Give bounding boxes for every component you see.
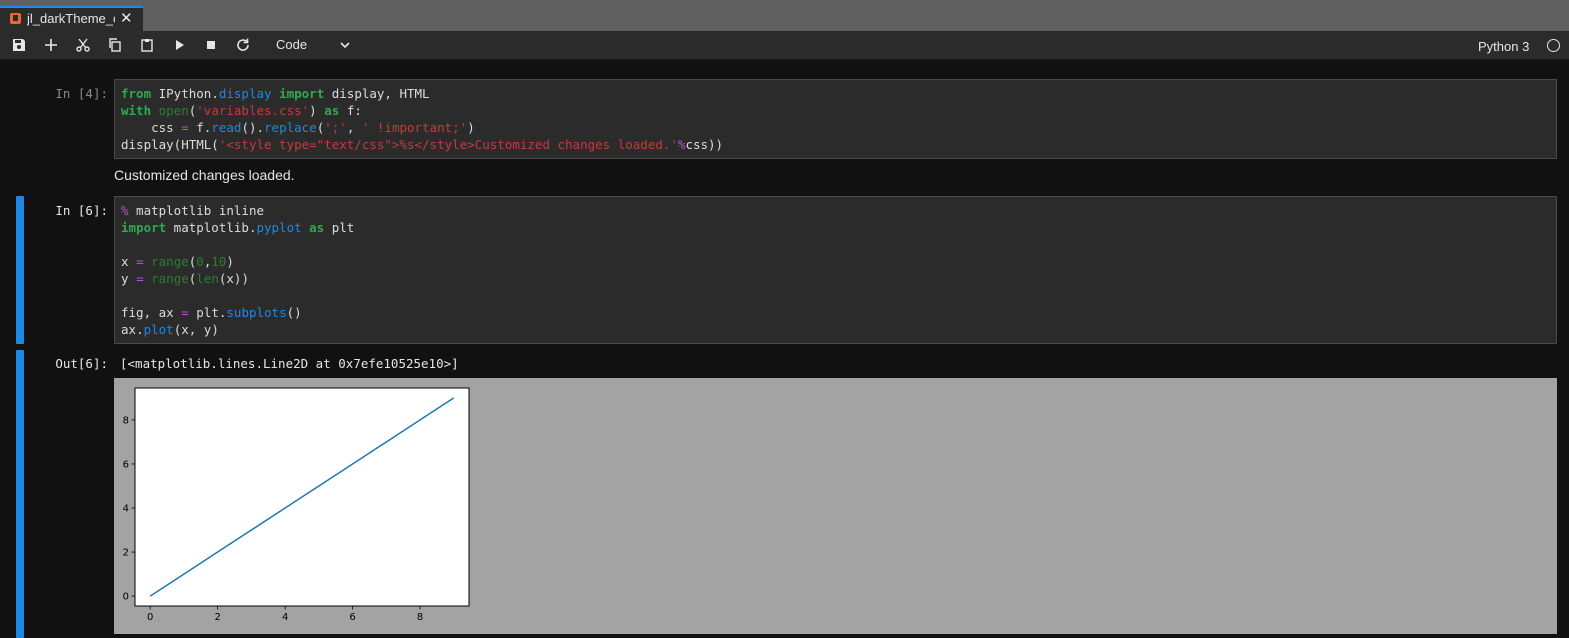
insert-cell-button[interactable]	[40, 35, 62, 55]
kernel-status-icon	[1547, 39, 1560, 52]
code-line: css = f.read().replace(';', ' !important…	[121, 120, 475, 135]
save-button[interactable]	[8, 35, 30, 55]
code-line: fig, ax = plt.subplots()	[121, 305, 302, 320]
x-tick-label: 6	[349, 612, 355, 623]
cut-button[interactable]	[72, 35, 94, 55]
code-line: ax.plot(x, y)	[121, 322, 219, 337]
code-line: % matplotlib inline	[121, 203, 264, 218]
y-tick-label: 8	[123, 415, 129, 426]
input-prompt: In [4]:	[55, 86, 108, 101]
output-prompt: Out[6]:	[55, 356, 108, 371]
tab-title[interactable]: jl_darkTheme_c	[27, 11, 115, 26]
notebook-tab[interactable]: jl_darkTheme_c ✕	[0, 6, 143, 31]
code-line: y = range(len(x))	[121, 271, 249, 286]
output-image: 0 2 4 6 8 0 2 4 6 8	[114, 378, 1557, 634]
close-icon[interactable]: ✕	[120, 9, 133, 27]
scissors-icon	[76, 38, 90, 52]
y-tick-label: 0	[123, 592, 129, 603]
copy-button[interactable]	[104, 35, 126, 55]
cell-type-value: Code	[276, 37, 308, 52]
code-line: display(HTML('<style type="text/css">%s<…	[121, 137, 724, 152]
output-collapser[interactable]	[16, 350, 24, 638]
paste-icon	[141, 39, 153, 52]
line-chart: 0 2 4 6 8 0 2 4 6 8	[123, 387, 470, 623]
code-editor[interactable]: from IPython.display import display, HTM…	[114, 79, 1557, 159]
code-line: from IPython.display import display, HTM…	[121, 86, 430, 101]
input-prompt: In [6]:	[55, 203, 108, 218]
tab-bar: jl_darkTheme_c ✕	[0, 0, 1569, 31]
y-tick-label: 6	[123, 459, 129, 470]
plus-icon	[45, 39, 57, 51]
output-text: [<matplotlib.lines.Line2D at 0x7efe10525…	[120, 356, 459, 371]
x-tick-label: 4	[282, 612, 288, 623]
run-button[interactable]	[168, 35, 190, 55]
stop-icon	[207, 41, 215, 49]
code-editor[interactable]: % matplotlib inline import matplotlib.py…	[114, 196, 1557, 344]
notebook-panel[interactable]: In [4]: from IPython.display import disp…	[0, 60, 1569, 638]
y-tick-label: 2	[123, 548, 129, 559]
notebook-toolbar: Code Python 3	[0, 31, 1569, 60]
x-tick-label: 8	[417, 612, 423, 623]
kernel-name[interactable]: Python 3	[1478, 39, 1529, 54]
interrupt-button[interactable]	[200, 35, 222, 55]
save-icon	[13, 39, 25, 51]
refresh-icon	[237, 38, 249, 51]
notebook-icon	[10, 13, 21, 24]
restart-button[interactable]	[232, 35, 254, 55]
chevron-down-icon	[340, 42, 350, 49]
x-tick-label: 2	[214, 612, 220, 623]
output-html: Customized changes loaded.	[114, 167, 295, 183]
copy-icon	[109, 38, 121, 52]
y-tick-label: 4	[123, 504, 129, 515]
code-line: x = range(0,10)	[121, 254, 234, 269]
code-line: with open('variables.css') as f:	[121, 103, 362, 118]
input-collapser[interactable]	[16, 196, 24, 344]
x-tick-label: 0	[147, 612, 153, 623]
cell-type-select[interactable]: Code	[262, 35, 358, 55]
play-icon	[176, 40, 184, 50]
paste-button[interactable]	[136, 35, 158, 55]
code-line: import matplotlib.pyplot as plt	[121, 220, 355, 235]
